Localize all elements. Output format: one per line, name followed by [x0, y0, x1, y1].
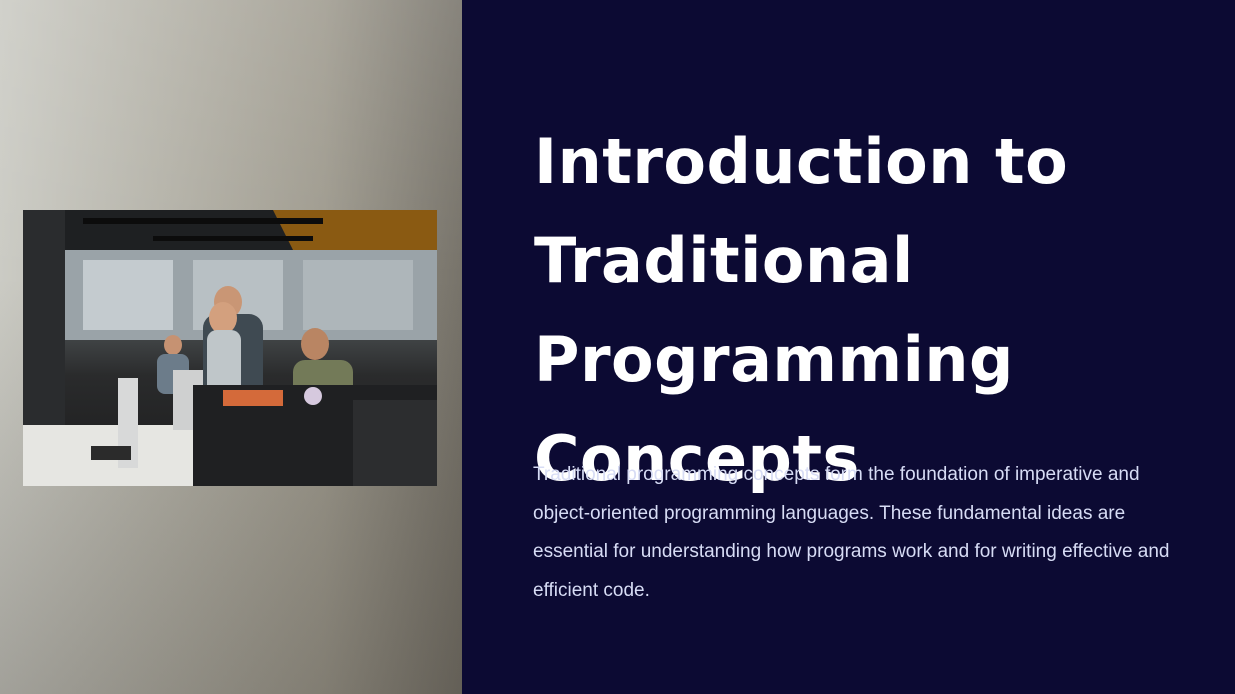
office-scene-illustration — [23, 210, 437, 486]
left-image-panel — [0, 0, 462, 694]
slide: Introduction to Traditional Programming … — [0, 0, 1235, 694]
slide-description: Traditional programming concepts form th… — [533, 464, 1170, 602]
office-team-photo — [23, 210, 437, 486]
slide-title: Introduction to Traditional Programming … — [534, 125, 1069, 495]
